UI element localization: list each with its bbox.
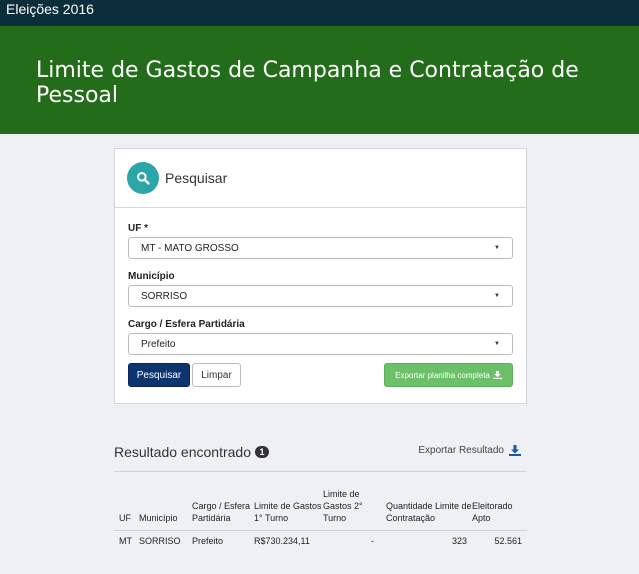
municipio-select-value: SORRISO <box>141 290 188 302</box>
column-header: Município <box>139 488 192 531</box>
cargo-label: Cargo / Esfera Partidária <box>128 319 245 330</box>
table-cell: Prefeito <box>192 536 224 546</box>
cargo-select-value: Prefeito <box>141 338 176 350</box>
search-panel-title: Pesquisar <box>165 170 228 186</box>
results-header: Resultado encontrado 1 Exportar Resultad… <box>114 440 527 472</box>
election-title: Eleições 2016 <box>6 1 94 17</box>
cargo-select[interactable]: Prefeito ▼ <box>128 333 513 355</box>
results-section: Resultado encontrado 1 Exportar Resultad… <box>114 440 527 546</box>
municipio-select[interactable]: SORRISO ▼ <box>128 285 513 307</box>
chevron-down-icon: ▼ <box>494 293 500 299</box>
column-header: Limite de Gastos 1° Turno <box>254 488 323 531</box>
search-button[interactable]: Pesquisar <box>128 363 190 387</box>
table-cell: R$730.234,11 <box>254 536 310 546</box>
export-results-label: Exportar Resultado <box>418 445 504 456</box>
top-bar: Eleições 2016 <box>0 0 639 26</box>
results-count-badge: 1 <box>255 446 269 458</box>
uf-select[interactable]: MT - MATO GROSSO ▼ <box>128 237 513 259</box>
export-results-link[interactable]: Exportar Resultado <box>418 445 521 456</box>
results-title: Resultado encontrado <box>114 444 251 460</box>
table-cell: SORRISO <box>139 536 181 546</box>
download-icon <box>509 445 521 456</box>
column-header: UF <box>114 488 139 531</box>
search-form: UF * MT - MATO GROSSO ▼ Município SORRIS… <box>115 208 526 387</box>
search-icon <box>127 162 159 194</box>
table-row: MT SORRISO Prefeito R$730.234,11 - 323 5… <box>114 531 527 555</box>
column-header: Eleitorado Apto <box>472 488 527 531</box>
municipio-label: Município <box>128 271 175 282</box>
download-icon <box>492 371 502 379</box>
export-full-button[interactable]: Exportar planilha completa <box>384 363 513 387</box>
form-actions: Pesquisar Limpar Exportar planilha compl… <box>128 363 513 387</box>
column-header: Limite de Gastos 2° Turno <box>323 488 386 531</box>
page-title: Limite de Gastos de Campanha e Contrataç… <box>36 58 579 108</box>
table-cell: 323 <box>451 536 467 546</box>
uf-label: UF * <box>128 223 148 234</box>
search-panel-header: Pesquisar <box>115 149 526 208</box>
chevron-down-icon: ▼ <box>494 341 500 347</box>
results-table: UF Município Cargo / Esfera Partidária L… <box>114 488 527 555</box>
export-full-label: Exportar planilha completa <box>395 370 490 380</box>
table-cell: 52.561 <box>494 536 522 546</box>
table-cell: - <box>371 536 374 546</box>
table-header-row: UF Município Cargo / Esfera Partidária L… <box>114 488 527 531</box>
clear-button[interactable]: Limpar <box>192 363 241 387</box>
search-panel: Pesquisar UF * MT - MATO GROSSO ▼ Municí… <box>114 148 527 404</box>
uf-select-value: MT - MATO GROSSO <box>141 242 239 254</box>
column-header: Cargo / Esfera Partidária <box>192 488 254 531</box>
chevron-down-icon: ▼ <box>494 245 500 251</box>
column-header: Quantidade Limite de Contratação <box>386 488 472 531</box>
table-cell: MT <box>119 536 132 546</box>
page-header: Limite de Gastos de Campanha e Contrataç… <box>0 26 639 134</box>
